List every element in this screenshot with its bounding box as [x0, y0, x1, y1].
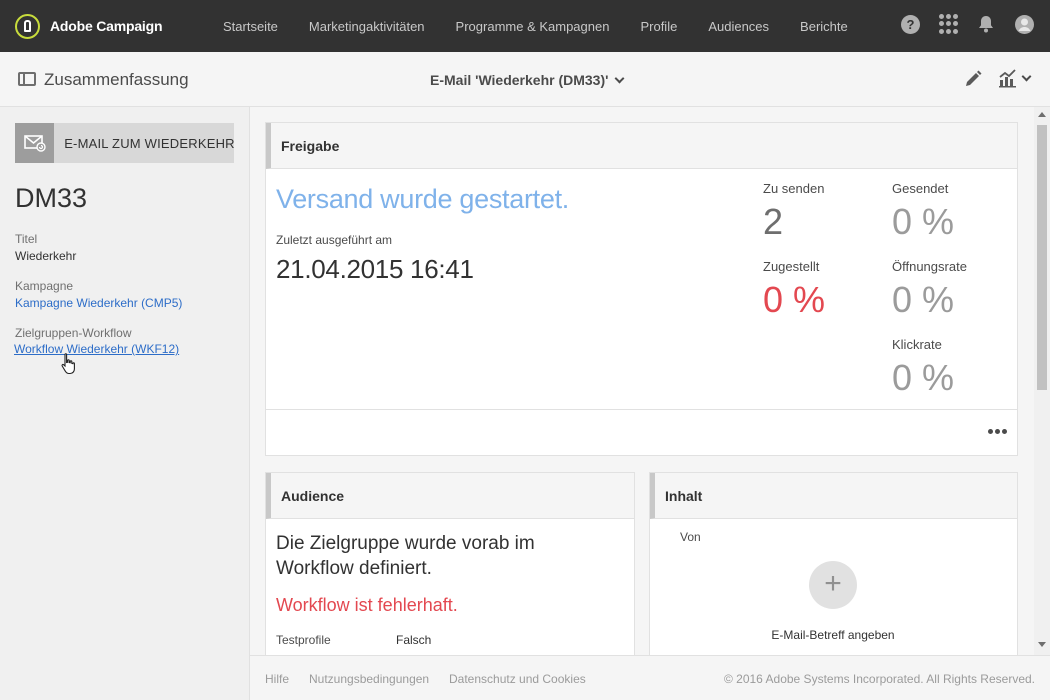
delivery-title: E-Mail 'Wiederkehr (DM33)'	[430, 72, 609, 88]
kpi-delivered-label: Zugestellt	[763, 259, 820, 274]
audience-card-heading: Audience	[266, 473, 634, 519]
kpi-to-send-value: 2	[763, 201, 784, 242]
top-navigation-bar: Adobe Campaign Startseite Marketingaktiv…	[0, 0, 1050, 52]
scroll-up-arrow-icon[interactable]	[1038, 112, 1046, 117]
summary-panel-icon[interactable]	[18, 72, 36, 86]
copyright-text: © 2016 Adobe Systems Incorporated. All R…	[723, 672, 1035, 686]
campaign-label: Kampagne	[15, 279, 74, 293]
delivery-status-text: Versand wurde gestartet.	[276, 184, 569, 214]
freigabe-card-footer	[266, 409, 1017, 456]
delivery-type-label: E-MAIL ZUM WIEDERKEHR...	[64, 135, 234, 151]
add-subject-button[interactable]: +	[809, 561, 857, 609]
kpi-open-rate-value: 0 %	[892, 279, 955, 320]
title-label: Titel	[15, 232, 38, 246]
nav-item-programme-kampagnen[interactable]: Programme & Kampagnen	[456, 19, 610, 34]
main-menu: Startseite Marketingaktivitäten Programm…	[223, 19, 879, 34]
page-footer: Hilfe Nutzungsbedingungen Datenschutz un…	[250, 655, 1050, 700]
more-options-icon[interactable]	[986, 429, 1007, 434]
audience-card: Audience Die Zielgruppe wurde vorab im W…	[265, 472, 635, 672]
sub-header: Zusammenfassung E-Mail 'Wiederkehr (DM33…	[0, 52, 1050, 107]
audience-description: Die Zielgruppe wurde vorab im Workflow d…	[276, 533, 535, 579]
brand[interactable]: Adobe Campaign	[15, 13, 215, 39]
app-name: Adobe Campaign	[50, 18, 163, 34]
nav-item-profile[interactable]: Profile	[640, 19, 677, 34]
summary-side-panel: E-MAIL ZUM WIEDERKEHR... DM33 Titel Wied…	[0, 107, 250, 700]
chevron-down-icon	[615, 73, 625, 83]
kpi-sent-value: 0 %	[892, 201, 955, 242]
test-profiles-label: Testprofile	[276, 633, 331, 647]
kpi-to-send-label: Zu senden	[763, 181, 825, 196]
footer-terms-link[interactable]: Nutzungsbedingungen	[309, 672, 429, 686]
nav-item-startseite[interactable]: Startseite	[223, 19, 278, 34]
content-card: Inhalt Von + E-Mail-Betreff angeben	[649, 472, 1018, 672]
hand-pointer-cursor-icon	[60, 352, 78, 381]
test-profiles-value: Falsch	[396, 633, 432, 647]
user-avatar-icon[interactable]	[1014, 14, 1034, 34]
nav-item-marketingaktivitaeten[interactable]: Marketingaktivitäten	[309, 19, 425, 34]
kpi-open-rate-label: Öffnungsrate	[892, 259, 967, 274]
last-run-label: Zuletzt ausgeführt am	[276, 233, 393, 247]
adobe-campaign-logo-icon	[15, 13, 40, 39]
delivery-title-dropdown[interactable]: E-Mail 'Wiederkehr (DM33)'	[430, 72, 625, 88]
nav-icon-group: ?	[883, 14, 1034, 34]
nav-item-audiences[interactable]: Audiences	[708, 19, 769, 34]
help-icon[interactable]: ?	[901, 14, 920, 34]
bell-icon[interactable]	[976, 14, 996, 34]
nav-item-berichte[interactable]: Berichte	[800, 19, 848, 34]
plus-icon: +	[824, 566, 842, 600]
title-value: Wiederkehr	[15, 249, 77, 263]
scroll-down-arrow-icon[interactable]	[1038, 642, 1046, 647]
reports-chart-icon[interactable]	[998, 68, 1032, 88]
freigabe-card: Freigabe Versand wurde gestartet. Zuletz…	[265, 122, 1018, 456]
footer-privacy-link[interactable]: Datenschutz und Cookies	[449, 672, 586, 686]
email-icon	[15, 123, 55, 163]
kpi-delivered-value: 0 %	[763, 279, 826, 320]
content-card-heading: Inhalt	[650, 473, 1017, 519]
kpi-click-rate-label: Klickrate	[892, 337, 942, 352]
footer-help-link[interactable]: Hilfe	[265, 672, 289, 686]
from-label: Von	[680, 530, 701, 544]
freigabe-card-heading: Freigabe	[266, 123, 1017, 169]
workflow-error-text: Workflow ist fehlerhaft.	[276, 595, 458, 615]
apps-grid-icon[interactable]	[938, 14, 958, 34]
kpi-sent-label: Gesendet	[892, 181, 949, 196]
workflow-label: Zielgruppen-Workflow	[15, 326, 132, 340]
pencil-edit-icon[interactable]	[963, 69, 983, 94]
delivery-code: DM33	[15, 183, 88, 213]
summary-toggle-label[interactable]: Zusammenfassung	[44, 70, 189, 90]
last-run-value: 21.04.2015 16:41	[276, 254, 474, 284]
campaign-link[interactable]: Kampagne Wiederkehr (CMP5)	[15, 296, 182, 310]
subject-prompt[interactable]: E-Mail-Betreff angeben	[650, 628, 1016, 642]
workflow-link[interactable]: Workflow Wiederkehr (WKF12)	[14, 342, 179, 356]
delivery-type-badge: E-MAIL ZUM WIEDERKEHR...	[15, 123, 234, 163]
kpi-click-rate-value: 0 %	[892, 357, 955, 398]
chevron-down-icon	[1021, 71, 1032, 81]
main-scrollbar-thumb[interactable]	[1037, 125, 1047, 390]
